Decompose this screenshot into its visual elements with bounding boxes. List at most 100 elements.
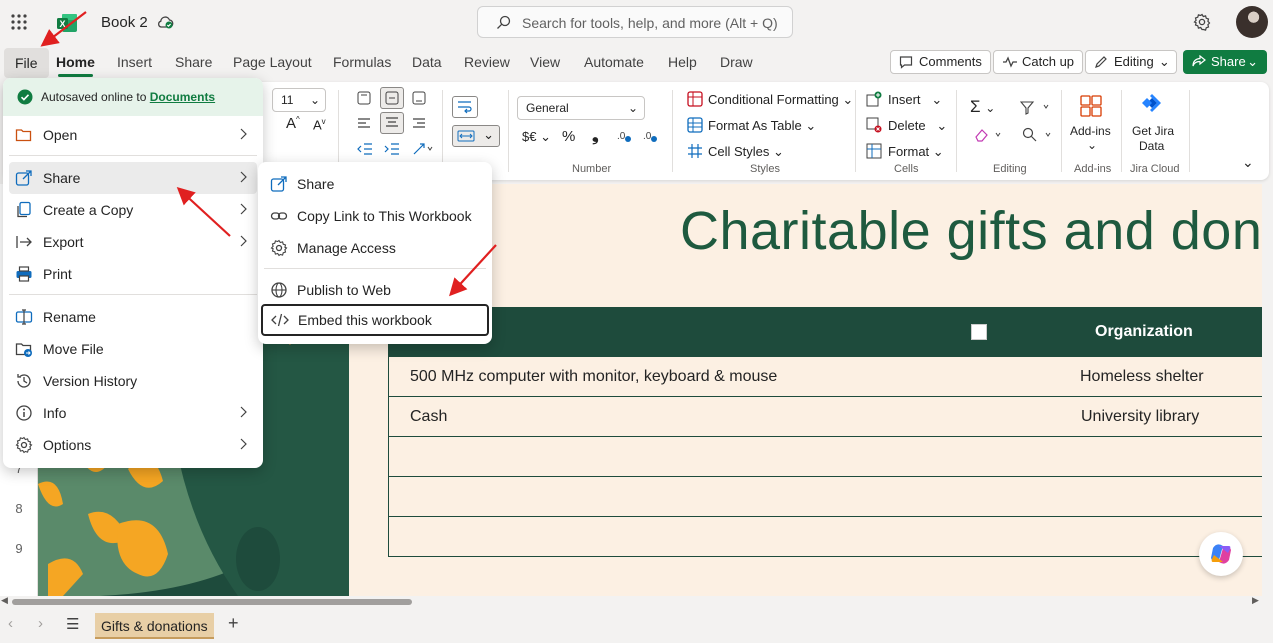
file-menu-open[interactable]: Open xyxy=(3,119,263,151)
tab-data[interactable]: Data xyxy=(406,46,448,78)
submenu-copy-link[interactable]: Copy Link to This Workbook xyxy=(258,200,492,232)
cell-organization[interactable]: Homeless shelter xyxy=(1080,368,1204,386)
table-row[interactable] xyxy=(388,517,1263,557)
decrease-font-icon[interactable]: Av xyxy=(313,117,326,132)
avatar[interactable] xyxy=(1236,6,1268,38)
table-row[interactable]: 500 MHz computer with monitor, keyboard … xyxy=(388,357,1263,397)
scroll-left-icon[interactable]: ◀ xyxy=(1,595,8,606)
editing-mode-button[interactable]: Editing ⌄ xyxy=(1085,50,1177,74)
file-menu-version-history[interactable]: Version History xyxy=(3,365,263,397)
tab-page-layout[interactable]: Page Layout xyxy=(227,46,318,78)
comma-style-icon[interactable]: ❟ xyxy=(592,126,599,146)
tab-insert[interactable]: Insert xyxy=(111,46,158,78)
row-number[interactable]: 9 xyxy=(0,541,38,556)
tab-help[interactable]: Help xyxy=(662,46,703,78)
collapse-ribbon-chevron-icon[interactable]: ⌄ xyxy=(1242,154,1254,171)
file-menu-create-copy[interactable]: Create a Copy xyxy=(3,194,263,226)
table-row[interactable] xyxy=(388,477,1263,517)
clear-eraser-icon[interactable] xyxy=(974,127,1004,143)
gear-icon[interactable] xyxy=(1193,13,1211,31)
number-format-select[interactable]: General ⌄ xyxy=(517,96,645,120)
scroll-right-icon[interactable]: ▶ xyxy=(1252,595,1259,606)
tab-formulas[interactable]: Formulas xyxy=(327,46,397,78)
wrap-text-icon[interactable] xyxy=(452,96,478,118)
format-as-table-button[interactable]: Format As Table ⌄ xyxy=(708,118,816,134)
align-center-icon[interactable] xyxy=(380,112,404,134)
documents-link[interactable]: Documents xyxy=(150,90,215,104)
increase-indent-icon[interactable] xyxy=(383,142,401,156)
submenu-embed-workbook[interactable]: Embed this workbook xyxy=(261,304,489,336)
align-right-icon[interactable] xyxy=(411,117,427,131)
delete-cells-button[interactable]: Delete ⌄ xyxy=(888,118,947,134)
tab-home[interactable]: Home xyxy=(50,46,101,78)
cell-item[interactable]: 500 MHz computer with monitor, keyboard … xyxy=(410,368,777,386)
decrease-indent-icon[interactable] xyxy=(356,142,374,156)
jira-icon[interactable] xyxy=(1140,92,1164,116)
get-jira-label-2[interactable]: Data xyxy=(1139,139,1164,153)
row-number[interactable]: 8 xyxy=(0,501,38,516)
file-menu-export[interactable]: Export xyxy=(3,226,263,258)
conditional-formatting-button[interactable]: Conditional Formatting ⌄ xyxy=(708,92,853,108)
all-sheets-menu-icon[interactable]: ☰ xyxy=(66,615,79,633)
format-cells-button[interactable]: Format ⌄ xyxy=(888,144,944,160)
document-title[interactable]: Book 2 xyxy=(101,14,148,31)
file-menu-move-file[interactable]: Move File xyxy=(3,333,263,365)
increase-font-icon[interactable]: A^ xyxy=(286,115,300,132)
table-row[interactable]: Cash University library xyxy=(388,397,1263,437)
align-left-icon[interactable] xyxy=(356,117,372,131)
add-ins-button-label[interactable]: Add-ins xyxy=(1070,124,1111,138)
comments-button[interactable]: Comments xyxy=(890,50,991,74)
sheet-title[interactable]: Charitable gifts and dona xyxy=(680,200,1273,262)
submenu-manage-access[interactable]: Manage Access xyxy=(258,232,492,264)
app-launcher-icon[interactable] xyxy=(10,13,28,31)
orientation-icon[interactable] xyxy=(412,142,434,156)
cell-styles-button[interactable]: Cell Styles ⌄ xyxy=(708,144,784,160)
sheet-tab-gifts[interactable]: Gifts & donations xyxy=(95,613,214,639)
scrollbar-thumb[interactable] xyxy=(12,599,412,605)
merge-cells-icon[interactable]: ⌄ xyxy=(452,125,500,147)
filter-dropdown-icon[interactable] xyxy=(971,324,987,340)
submenu-share[interactable]: Share xyxy=(258,168,492,200)
get-jira-label-1[interactable]: Get Jira xyxy=(1132,124,1174,138)
add-sheet-icon[interactable]: + xyxy=(228,613,239,634)
file-menu-info[interactable]: Info xyxy=(3,397,263,429)
search-box[interactable]: Search for tools, help, and more (Alt + … xyxy=(477,6,793,38)
file-menu-print[interactable]: Print xyxy=(3,258,263,290)
tab-share[interactable]: Share xyxy=(169,46,218,78)
vertical-scrollbar[interactable] xyxy=(1262,184,1273,596)
table-row[interactable] xyxy=(388,437,1263,477)
align-middle-icon[interactable] xyxy=(380,87,404,109)
horizontal-scrollbar[interactable]: ◀ ▶ xyxy=(0,595,1273,608)
add-ins-icon[interactable] xyxy=(1080,95,1102,117)
file-menu-options[interactable]: Options xyxy=(3,429,263,461)
tab-automate[interactable]: Automate xyxy=(578,46,650,78)
tab-review[interactable]: Review xyxy=(458,46,516,78)
currency-format-button[interactable]: $€ ⌄ xyxy=(522,129,551,145)
tab-view[interactable]: View xyxy=(524,46,566,78)
tab-draw[interactable]: Draw xyxy=(714,46,759,78)
prev-sheet-chevron-icon[interactable]: ‹ xyxy=(8,615,13,632)
tab-file[interactable]: File xyxy=(4,48,49,78)
insert-cells-button[interactable]: Insert ⌄ xyxy=(888,92,942,108)
cell-item[interactable]: Cash xyxy=(410,408,447,426)
cell-organization[interactable]: University library xyxy=(1081,408,1199,426)
format-as-table-label: Format As Table xyxy=(708,118,802,133)
catch-up-button[interactable]: Catch up xyxy=(993,50,1084,74)
percent-icon[interactable]: % xyxy=(562,128,575,145)
sort-filter-icon[interactable] xyxy=(1020,100,1050,116)
decrease-decimal-icon[interactable]: .0 xyxy=(642,129,658,143)
share-button[interactable]: Share ⌄ xyxy=(1183,50,1267,74)
find-search-icon[interactable] xyxy=(1022,127,1054,143)
submenu-publish-web[interactable]: Publish to Web xyxy=(258,274,492,306)
font-size-select[interactable]: 11 ⌄ xyxy=(272,88,326,112)
file-menu-rename[interactable]: Rename xyxy=(3,301,263,333)
align-bottom-icon[interactable] xyxy=(411,90,427,106)
next-sheet-chevron-icon[interactable]: › xyxy=(38,615,43,632)
file-menu-share[interactable]: Share xyxy=(9,162,257,194)
column-header-organization[interactable]: Organization xyxy=(1095,323,1193,341)
autosum-icon[interactable]: Σ ⌄ xyxy=(970,97,995,117)
align-top-icon[interactable] xyxy=(356,90,372,106)
excel-logo-icon[interactable]: X xyxy=(56,12,78,34)
copilot-button[interactable] xyxy=(1199,532,1243,576)
increase-decimal-icon[interactable]: .0 xyxy=(616,129,632,143)
